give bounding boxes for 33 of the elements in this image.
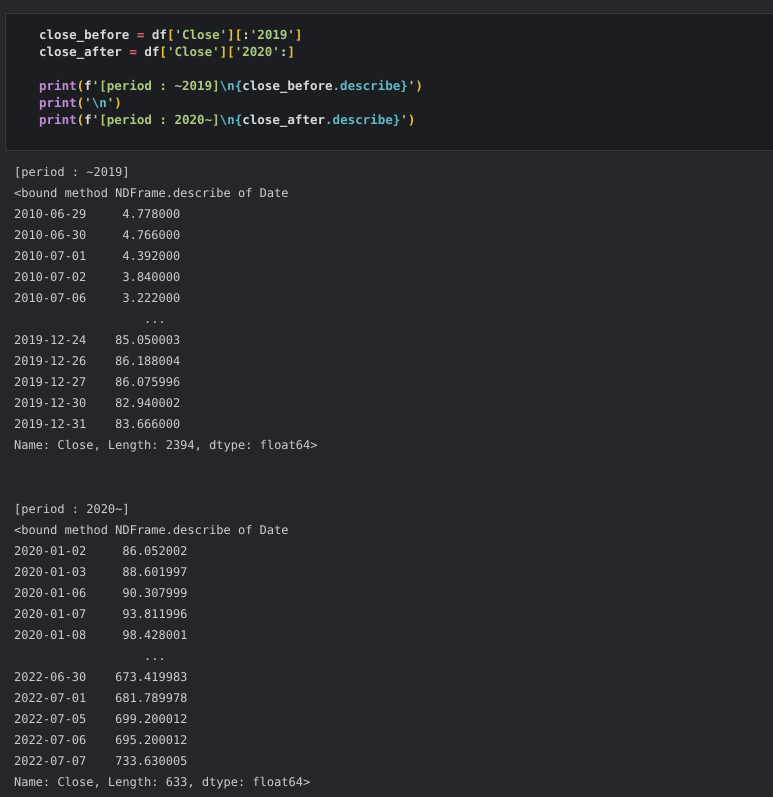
output-line: 2022-07-01 681.789978 xyxy=(14,690,188,707)
output-line: 2010-06-29 4.778000 xyxy=(14,206,180,223)
output-line: Name: Close, Length: 633, dtype: float64> xyxy=(14,774,310,791)
output-line: 2010-07-06 3.222000 xyxy=(14,290,180,307)
output-line: [period : ~2019] xyxy=(14,164,130,181)
output-line: 2022-07-06 695.200012 xyxy=(14,732,188,749)
code-line: print(f'[period : ~2019]\n{close_before.describe}') xyxy=(39,77,423,94)
output-line: 2020-01-07 93.811996 xyxy=(14,606,188,623)
code-line: print(f'[period : 2020~]\n{close_after.describe}') xyxy=(39,111,416,128)
output-line: 2019-12-27 86.075996 xyxy=(14,374,180,391)
output-line: 2022-07-07 733.630005 xyxy=(14,753,188,770)
code-line: print('\n') xyxy=(39,94,122,111)
output-line: 2022-07-05 699.200012 xyxy=(14,711,188,728)
output-line: 2020-01-08 98.428001 xyxy=(14,627,188,644)
output-line: 2019-12-30 82.940002 xyxy=(14,395,180,412)
output-line: <bound method NDFrame.describe of Date xyxy=(14,185,289,202)
code-line: close_after = df['Close']['2020':] xyxy=(39,43,295,60)
output-line: [period : 2020~] xyxy=(14,501,130,518)
output-line: 2019-12-24 85.050003 xyxy=(14,332,180,349)
output-line: 2020-01-02 86.052002 xyxy=(14,543,188,560)
output-line: <bound method NDFrame.describe of Date xyxy=(14,522,289,539)
output-line: 2010-06-30 4.766000 xyxy=(14,227,180,244)
output-line: 2022-06-30 673.419983 xyxy=(14,669,188,686)
output-line: 2020-01-06 90.307999 xyxy=(14,585,188,602)
output-line: ... xyxy=(143,648,166,665)
output-line: 2019-12-31 83.666000 xyxy=(14,416,180,433)
code-line: close_before = df['Close'][:'2019'] xyxy=(39,26,302,43)
output-line: Name: Close, Length: 2394, dtype: float64> xyxy=(14,437,318,454)
output-line: 2020-01-03 88.601997 xyxy=(14,564,188,581)
output-line: 2010-07-02 3.840000 xyxy=(14,269,180,286)
output-line: 2010-07-01 4.392000 xyxy=(14,248,180,265)
output-line: ... xyxy=(143,311,166,328)
output-line: 2019-12-26 86.188004 xyxy=(14,353,180,370)
